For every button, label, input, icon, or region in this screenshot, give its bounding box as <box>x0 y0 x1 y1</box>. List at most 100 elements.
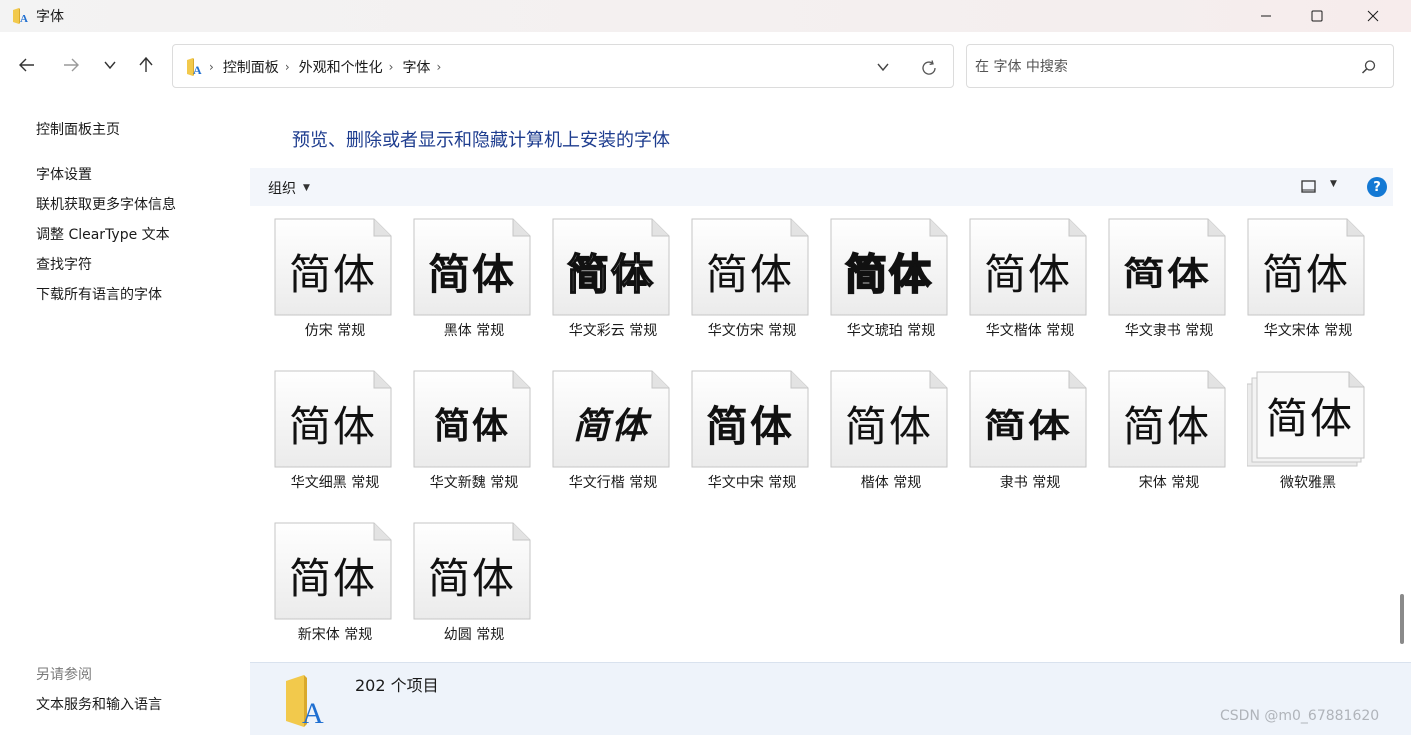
item-count: 202 个项目 <box>355 676 439 695</box>
font-item-label: 华文琥珀 常规 <box>846 323 936 339</box>
font-item-label: 黑体 常规 <box>443 323 505 339</box>
font-settings-link[interactable]: 字体设置 <box>36 164 92 184</box>
font-item-label: 华文楷体 常规 <box>985 323 1075 339</box>
scrollbar-thumb[interactable] <box>1400 594 1404 644</box>
font-item[interactable]: 简体 华文行楷 常规 <box>538 358 670 504</box>
search-box[interactable] <box>966 44 1394 88</box>
minimize-button[interactable] <box>1243 0 1289 32</box>
font-item[interactable]: 简体 黑体 常规 <box>399 206 531 352</box>
refresh-icon <box>922 60 936 75</box>
text-services-link[interactable]: 文本服务和输入语言 <box>36 694 162 714</box>
recent-locations-button[interactable] <box>96 51 124 79</box>
font-item-label: 华文仿宋 常规 <box>707 323 797 339</box>
breadcrumb-fonts[interactable]: 字体 <box>402 57 430 77</box>
minimize-icon <box>1261 15 1271 17</box>
font-item-label: 幼圆 常规 <box>443 627 505 643</box>
watermark: CSDN @m0_67881620 <box>1220 708 1380 724</box>
font-item[interactable]: 简体 幼圆 常规 <box>399 510 531 656</box>
navigation-bar: A › 控制面板 › 外观和个性化 › 字体 › <box>0 32 1411 102</box>
font-item-label: 微软雅黑 <box>1280 475 1336 491</box>
fonts-folder-large-icon: A <box>286 675 324 729</box>
refresh-button[interactable] <box>918 57 940 79</box>
font-preview-text: 简体 <box>1261 249 1350 299</box>
chevron-down-icon: ▼ <box>303 183 310 193</box>
font-item[interactable]: 简体 华文新魏 常规 <box>399 358 531 504</box>
font-item-label: 华文彩云 常规 <box>568 323 658 339</box>
back-button[interactable] <box>13 51 41 79</box>
window-title: 字体 <box>36 9 64 25</box>
font-item[interactable]: 简体 华文琥珀 常规 <box>816 206 948 352</box>
font-item-label: 华文细黑 常规 <box>290 475 380 491</box>
font-preview-text: 简体 <box>1122 254 1211 293</box>
view-dropdown-icon[interactable]: ▼ <box>1330 179 1337 189</box>
up-button[interactable] <box>132 51 160 79</box>
font-item-label: 华文中宋 常规 <box>707 475 797 491</box>
font-item[interactable]: 简体 华文宋体 常规 <box>1233 206 1365 352</box>
breadcrumb-separator[interactable]: › <box>436 60 441 74</box>
font-grid: 简体 仿宋 常规 简体 黑体 常规 简体 华文彩云 常规 简体 华文仿宋 常规 简体 华文琥珀 常… <box>250 206 1393 662</box>
breadcrumb-appearance[interactable]: 外观和个性化 <box>299 57 383 77</box>
maximize-icon <box>1311 10 1323 22</box>
font-item[interactable]: 简体 华文隶书 常规 <box>1094 206 1226 352</box>
arrow-right-icon <box>64 58 79 72</box>
maximize-button[interactable] <box>1294 0 1340 32</box>
search-icon[interactable] <box>1360 58 1378 76</box>
vertical-scrollbar[interactable] <box>1393 206 1411 662</box>
svg-text:A: A <box>193 63 202 77</box>
font-preview-text: 简体 <box>1265 393 1354 443</box>
get-more-font-info-link[interactable]: 联机获取更多字体信息 <box>36 194 176 214</box>
fonts-window: A 字体 A › 控制面板 › 外观和个性化 › 字体 › 在 字体 中搜索 控… <box>0 0 1411 735</box>
svg-text:A: A <box>20 13 28 25</box>
address-dropdown-button[interactable] <box>873 57 893 77</box>
font-item[interactable]: 简体 隶书 常规 <box>955 358 1087 504</box>
font-item[interactable]: 简体 宋体 常规 <box>1094 358 1226 504</box>
font-preview-text: 简体 <box>572 405 649 447</box>
breadcrumb-control-panel[interactable]: 控制面板 <box>223 57 279 77</box>
main-content: 预览、删除或者显示和隐藏计算机上安装的字体 组织 ▼ ▼ ? 简体 仿宋 常规 简体… <box>250 102 1411 735</box>
organize-button[interactable]: 组织 ▼ <box>268 178 310 198</box>
close-button[interactable] <box>1350 0 1396 32</box>
font-preview-text: 简体 <box>433 406 510 447</box>
search-input[interactable] <box>975 56 1345 78</box>
font-item[interactable]: 简体 华文彩云 常规 <box>538 206 670 352</box>
status-bar: A 202 个项目 CSDN @m0_67881620 <box>250 662 1411 735</box>
font-item-label: 楷体 常规 <box>860 475 922 491</box>
svg-text:A: A <box>302 697 324 729</box>
breadcrumb: › 控制面板 › 外观和个性化 › 字体 › <box>209 57 450 77</box>
help-button[interactable]: ? <box>1367 177 1387 197</box>
breadcrumb-separator[interactable]: › <box>209 60 214 74</box>
font-preview-text: 简体 <box>288 553 377 603</box>
breadcrumb-separator[interactable]: › <box>285 60 290 74</box>
font-preview-text: 简体 <box>983 406 1072 445</box>
control-panel-home-link[interactable]: 控制面板主页 <box>36 119 120 139</box>
font-preview-text: 简体 <box>844 249 933 300</box>
organize-label: 组织 <box>268 181 296 197</box>
download-all-fonts-link[interactable]: 下载所有语言的字体 <box>36 284 162 304</box>
fonts-folder-icon: A <box>187 58 202 77</box>
font-item[interactable]: 简体 华文中宋 常规 <box>677 358 809 504</box>
font-preview-text: 简体 <box>288 401 377 451</box>
font-item[interactable]: 简体 华文楷体 常规 <box>955 206 1087 352</box>
arrow-left-icon <box>19 58 34 72</box>
view-options-icon[interactable] <box>1300 178 1318 196</box>
font-item[interactable]: 简体 华文仿宋 常规 <box>677 206 809 352</box>
find-character-link[interactable]: 查找字符 <box>36 254 92 274</box>
close-icon <box>1367 10 1379 22</box>
chevron-down-icon <box>104 61 116 70</box>
font-preview-text: 简体 <box>566 249 655 300</box>
font-item[interactable]: 简体 新宋体 常规 <box>260 510 392 656</box>
chevron-down-icon <box>877 63 889 72</box>
font-item[interactable]: 简体 华文细黑 常规 <box>260 358 392 504</box>
fonts-folder-icon: A <box>13 8 28 25</box>
font-item[interactable]: 简体 微软雅黑 <box>1233 358 1365 504</box>
font-item[interactable]: 简体 仿宋 常规 <box>260 206 392 352</box>
forward-button[interactable] <box>57 51 85 79</box>
address-bar[interactable]: A › 控制面板 › 外观和个性化 › 字体 › <box>172 44 954 88</box>
font-item-label: 华文行楷 常规 <box>568 475 658 491</box>
font-item[interactable]: 简体 楷体 常规 <box>816 358 948 504</box>
breadcrumb-separator[interactable]: › <box>389 60 394 74</box>
adjust-cleartype-link[interactable]: 调整 ClearType 文本 <box>36 224 170 244</box>
font-item-label: 仿宋 常规 <box>304 323 366 339</box>
page-heading: 预览、删除或者显示和隐藏计算机上安装的字体 <box>292 130 670 151</box>
font-preview-text: 简体 <box>983 249 1072 299</box>
